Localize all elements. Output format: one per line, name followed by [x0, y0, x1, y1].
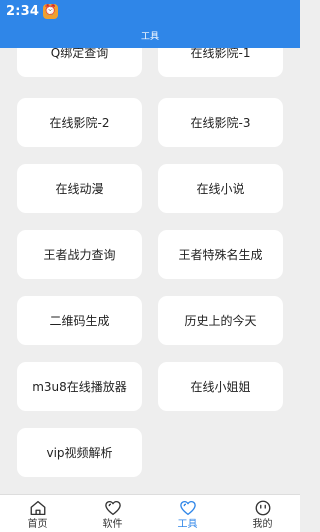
nav-item-label: 首页	[27, 519, 48, 530]
tool-card-qr-code-generator[interactable]: 二维码生成	[17, 296, 142, 345]
tool-card-online-novel[interactable]: 在线小说	[158, 164, 283, 213]
screen: 2:34 ⏰ 工具 Q绑定查询 在线影院-1 在线影院-2 在线影院-3 在线动…	[0, 0, 300, 532]
tool-card-today-in-history[interactable]: 历史上的今天	[158, 296, 283, 345]
tool-card-vip-video-parse[interactable]: vip视频解析	[17, 428, 142, 477]
status-bar: 2:34 ⏰	[0, 0, 300, 22]
nav-item-mine[interactable]: 我的	[225, 495, 300, 532]
tool-card-online-cinema-3[interactable]: 在线影院-3	[158, 98, 283, 147]
nav-item-software[interactable]: 软件	[75, 495, 150, 532]
bottom-nav: 首页 软件 工具 我的	[0, 494, 300, 532]
tool-list[interactable]: Q绑定查询 在线影院-1 在线影院-2 在线影院-3 在线动漫 在线小说 王者战…	[0, 48, 300, 494]
app-bar: 工具	[0, 22, 300, 48]
tool-card-online-cinema-2[interactable]: 在线影院-2	[17, 98, 142, 147]
nav-item-tools[interactable]: 工具	[150, 495, 225, 532]
tool-card-online-cinema-1[interactable]: 在线影院-1	[158, 48, 283, 77]
tool-card-m3u8-player[interactable]: m3u8在线播放器	[17, 362, 142, 411]
tool-card-online-girls[interactable]: 在线小姐姐	[158, 362, 283, 411]
tool-card-honor-power-query[interactable]: 王者战力查询	[17, 230, 142, 279]
tool-card-online-anime[interactable]: 在线动漫	[17, 164, 142, 213]
page-title: 工具	[140, 31, 159, 42]
tool-card-honor-special-name[interactable]: 王者特殊名生成	[158, 230, 283, 279]
tool-card-q-bind-query[interactable]: Q绑定查询	[17, 48, 142, 77]
heart-icon	[104, 500, 121, 516]
nav-item-label: 我的	[252, 519, 273, 530]
nav-item-label: 软件	[102, 519, 123, 530]
smiley-icon	[255, 500, 270, 516]
alarm-clock-icon: ⏰	[43, 3, 59, 19]
heart-icon	[179, 500, 196, 516]
status-time: 2:34	[6, 3, 40, 19]
nav-item-label: 工具	[177, 519, 198, 530]
home-icon	[30, 500, 45, 516]
nav-item-home[interactable]: 首页	[0, 495, 75, 532]
